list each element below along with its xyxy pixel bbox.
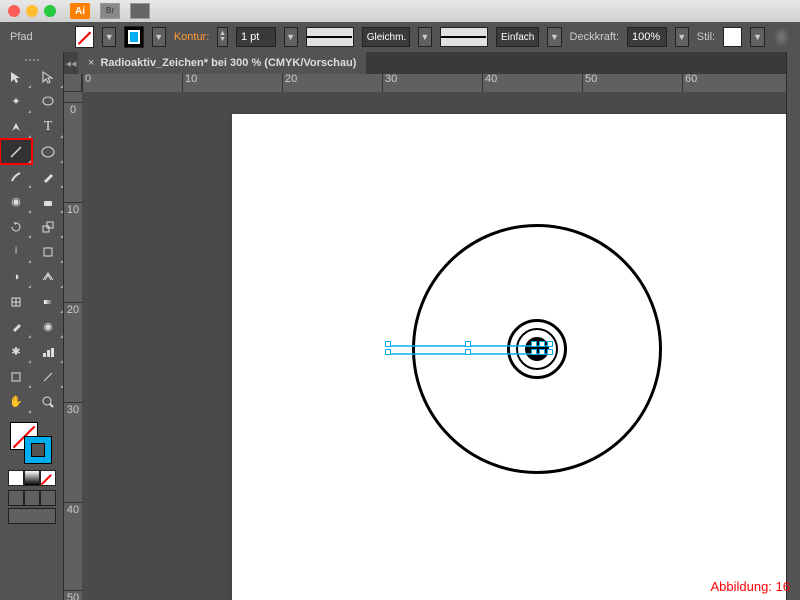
artboard[interactable] bbox=[232, 114, 786, 600]
rotate-tool[interactable] bbox=[0, 214, 32, 239]
ruler-vertical[interactable]: 0 10 20 30 40 50 bbox=[64, 92, 82, 600]
window-close[interactable] bbox=[8, 5, 20, 17]
width-tool[interactable]: ⟊ bbox=[0, 239, 32, 264]
app-badge: Ai bbox=[70, 3, 90, 19]
control-bar: Pfad ▼ ▼ Kontur: ▲▼ 1 pt ▼ Gleichm. ▼ Ei… bbox=[0, 22, 800, 52]
blend-tool[interactable]: ◉ bbox=[32, 314, 64, 339]
canvas[interactable] bbox=[82, 92, 786, 600]
direct-selection-tool[interactable] bbox=[32, 64, 64, 89]
anchor-point[interactable] bbox=[539, 341, 545, 347]
type-tool[interactable]: T bbox=[32, 114, 64, 139]
opacity-input[interactable]: 100% bbox=[627, 27, 667, 47]
fill-dropdown[interactable]: ▼ bbox=[102, 27, 116, 47]
artboard-tool[interactable] bbox=[0, 364, 32, 389]
anchor-point[interactable] bbox=[547, 349, 553, 355]
brush-label: Einfach bbox=[496, 27, 539, 47]
anchor-point[interactable] bbox=[385, 349, 391, 355]
stroke-dropdown[interactable]: ▼ bbox=[152, 27, 166, 47]
lasso-tool[interactable] bbox=[32, 89, 64, 114]
arrange-docs-icon[interactable] bbox=[130, 3, 150, 19]
bridge-icon[interactable]: Br bbox=[100, 3, 120, 19]
eraser-tool[interactable] bbox=[32, 189, 64, 214]
hand-tool[interactable]: ✋ bbox=[0, 389, 32, 414]
tab-bar: ◂◂ × Radioaktiv_Zeichen* bei 300 % (CMYK… bbox=[64, 52, 800, 74]
anchor-point[interactable] bbox=[465, 349, 471, 355]
document-tab[interactable]: × Radioaktiv_Zeichen* bei 300 % (CMYK/Vo… bbox=[78, 52, 366, 74]
anchor-point[interactable] bbox=[465, 341, 471, 347]
mesh-tool[interactable] bbox=[0, 289, 32, 314]
document-area: ◂◂ × Radioaktiv_Zeichen* bei 300 % (CMYK… bbox=[64, 52, 800, 600]
style-dropdown[interactable]: ▼ bbox=[750, 27, 764, 47]
magic-wand-tool[interactable]: ✦ bbox=[0, 89, 32, 114]
tab-close-icon[interactable]: × bbox=[88, 57, 94, 69]
style-swatch[interactable] bbox=[723, 27, 742, 47]
draw-behind[interactable] bbox=[24, 490, 40, 506]
screen-mode-row bbox=[0, 490, 63, 506]
color-mode-solid[interactable] bbox=[8, 470, 24, 486]
brush-dropdown[interactable]: ▼ bbox=[547, 27, 561, 47]
window-zoom[interactable] bbox=[44, 5, 56, 17]
ruler-origin[interactable] bbox=[64, 74, 82, 92]
profile-label: Gleichm. bbox=[362, 27, 410, 47]
shape-builder-tool[interactable]: ◑ bbox=[0, 264, 32, 289]
color-mode-row bbox=[0, 470, 63, 486]
brush-preview[interactable] bbox=[440, 27, 488, 47]
style-label: Stil: bbox=[697, 31, 715, 43]
stroke-weight-stepper[interactable]: ▲▼ bbox=[217, 27, 228, 47]
paintbrush-tool[interactable] bbox=[0, 164, 32, 189]
stroke-weight-dropdown[interactable]: ▼ bbox=[284, 27, 298, 47]
color-mode-gradient[interactable] bbox=[24, 470, 40, 486]
window-minimize[interactable] bbox=[26, 5, 38, 17]
anchor-point[interactable] bbox=[547, 341, 553, 347]
stroke-swatch[interactable] bbox=[124, 26, 143, 48]
ellipse-tool[interactable] bbox=[32, 139, 64, 164]
tab-title: Radioaktiv_Zeichen* bei 300 % (CMYK/Vors… bbox=[100, 57, 356, 69]
pencil-tool[interactable] bbox=[32, 164, 64, 189]
panel-handle[interactable] bbox=[0, 56, 63, 64]
screen-toggle[interactable] bbox=[0, 508, 63, 524]
anchor-point[interactable] bbox=[531, 349, 537, 355]
selection-tool[interactable] bbox=[0, 64, 32, 89]
title-bar: Ai Br bbox=[0, 0, 800, 22]
ruler-horizontal[interactable]: 0 10 20 30 40 50 60 bbox=[82, 74, 786, 92]
screen-mode-button[interactable] bbox=[8, 508, 56, 524]
profile-dropdown[interactable]: ▼ bbox=[418, 27, 432, 47]
symbol-sprayer-tool[interactable]: ✱ bbox=[0, 339, 32, 364]
blob-brush-tool[interactable]: ◉ bbox=[0, 189, 32, 214]
opacity-label: Deckkraft: bbox=[570, 31, 620, 43]
perspective-grid-tool[interactable] bbox=[32, 264, 64, 289]
object-type-label: Pfad bbox=[10, 31, 33, 43]
stroke-label[interactable]: Kontur: bbox=[174, 31, 209, 43]
free-transform-tool[interactable] bbox=[32, 239, 64, 264]
anchor-point[interactable] bbox=[531, 341, 537, 347]
stroke-box[interactable] bbox=[24, 436, 52, 464]
anchor-point[interactable] bbox=[385, 341, 391, 347]
draw-normal[interactable] bbox=[8, 490, 24, 506]
eyedropper-tool[interactable] bbox=[0, 314, 32, 339]
figure-caption: Abbildung: 16 bbox=[710, 579, 790, 594]
tools-panel: ✦ T ◉ ⟊ ◑ ◉ ✱ ✋ bbox=[0, 52, 64, 600]
color-mode-none[interactable] bbox=[40, 470, 56, 486]
slice-tool[interactable] bbox=[32, 364, 64, 389]
right-panel-collapsed[interactable] bbox=[786, 52, 800, 600]
tab-scroll-left[interactable]: ◂◂ bbox=[64, 52, 78, 74]
anchor-point[interactable] bbox=[539, 349, 545, 355]
line-segment-tool[interactable] bbox=[0, 139, 32, 164]
fill-swatch[interactable] bbox=[75, 26, 94, 48]
draw-inside[interactable] bbox=[40, 490, 56, 506]
scale-tool[interactable] bbox=[32, 214, 64, 239]
opacity-dropdown[interactable]: ▼ bbox=[675, 27, 689, 47]
doc-setup-icon[interactable] bbox=[773, 27, 790, 47]
stroke-weight-input[interactable]: 1 pt bbox=[236, 27, 276, 47]
gradient-tool[interactable] bbox=[32, 289, 64, 314]
column-graph-tool[interactable] bbox=[32, 339, 64, 364]
pen-tool[interactable] bbox=[0, 114, 32, 139]
zoom-tool[interactable] bbox=[32, 389, 64, 414]
profile-preview[interactable] bbox=[306, 27, 354, 47]
fill-stroke-control[interactable] bbox=[0, 420, 63, 468]
